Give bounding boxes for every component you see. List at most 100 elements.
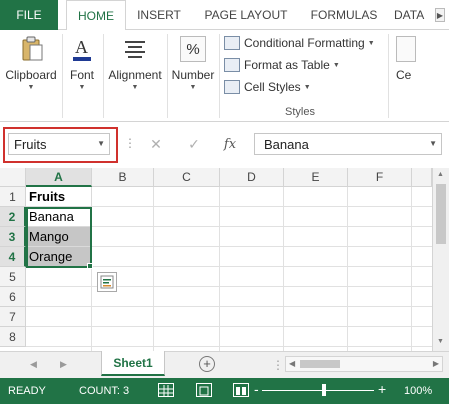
divider [103, 34, 104, 118]
percent-icon: % [180, 36, 206, 62]
zoom-level[interactable]: 100% [404, 385, 432, 397]
quick-analysis-button[interactable] [97, 272, 117, 292]
scroll-thumb[interactable] [436, 184, 446, 244]
normal-view-icon[interactable] [158, 383, 174, 397]
row-header-2[interactable]: 2 [0, 207, 26, 227]
chevron-down-icon: ▼ [131, 84, 139, 91]
conditional-formatting-button[interactable]: Conditional Formatting ▼ [224, 33, 375, 53]
page-layout-view-icon[interactable] [196, 383, 212, 397]
chevron-down-icon: ▼ [332, 61, 340, 69]
tab-formulas[interactable]: FORMULAS [302, 0, 386, 30]
quick-analysis-icon [100, 275, 114, 289]
column-header-f[interactable]: F [348, 168, 412, 187]
chevron-down-icon: ▼ [189, 84, 197, 91]
tab-insert[interactable]: INSERT [130, 0, 188, 30]
divider [388, 34, 389, 118]
font-icon: A [73, 37, 91, 61]
row-header-8[interactable]: 8 [0, 327, 26, 347]
scroll-thumb[interactable] [300, 360, 340, 368]
chevron-down-icon: ▼ [27, 84, 35, 91]
row-header-1[interactable]: 1 [0, 187, 26, 207]
cancel-icon[interactable]: ✕ [144, 133, 168, 155]
sheet-nav-prev-icon[interactable]: ◀ [30, 359, 37, 370]
row-header-3[interactable]: 3 [0, 227, 26, 247]
table-icon [224, 58, 240, 72]
fill-handle[interactable] [87, 263, 93, 269]
ribbon: Clipboard ▼ A Font ▼ Alignment ▼ % Numbe… [0, 30, 449, 122]
column-header-c[interactable]: C [154, 168, 220, 187]
sheet-nav-next-icon[interactable]: ▶ [60, 359, 67, 370]
row-header-7[interactable]: 7 [0, 307, 26, 327]
alignment-label: Alignment [108, 68, 162, 82]
zoom-slider-thumb[interactable] [322, 384, 326, 396]
cells-button[interactable]: Ce [392, 30, 422, 120]
name-box-value: Fruits [14, 136, 47, 152]
column-header-d[interactable]: D [220, 168, 284, 187]
status-ready: READY [8, 385, 46, 397]
selection-border [26, 207, 92, 268]
scroll-up-icon[interactable]: ▲ [437, 171, 444, 178]
page-break-icon [236, 387, 246, 395]
chevron-down-icon: ▼ [78, 84, 86, 91]
zoom-in-button[interactable]: + [378, 381, 386, 397]
cell-styles-button[interactable]: Cell Styles ▼ [224, 77, 311, 97]
scroll-left-icon[interactable]: ◀ [289, 359, 295, 368]
cell-a1[interactable]: Fruits [26, 187, 92, 207]
chevron-down-icon[interactable]: ▼ [429, 139, 437, 148]
zoom-slider-track[interactable] [262, 390, 374, 391]
horizontal-scrollbar[interactable]: ◀ ▶ [285, 356, 443, 372]
alignment-button[interactable]: Alignment ▼ [106, 30, 164, 120]
format-as-table-button[interactable]: Format as Table ▼ [224, 55, 340, 75]
column-header-b[interactable]: B [92, 168, 154, 187]
formula-input[interactable]: Banana ▼ [254, 133, 442, 155]
tab-splitter[interactable]: ⋮ [272, 358, 284, 372]
insert-function-button[interactable]: fx [218, 133, 242, 155]
alignment-icon [125, 41, 145, 58]
enter-icon[interactable]: ✓ [182, 133, 206, 155]
divider [62, 34, 63, 118]
chevron-down-icon: ▼ [367, 39, 375, 47]
column-header-g[interactable] [412, 168, 432, 187]
clipboard-button[interactable]: Clipboard ▼ [2, 30, 60, 120]
svg-text:A: A [75, 37, 88, 57]
name-box[interactable]: Fruits ▼ [8, 133, 110, 155]
fx-icon: fx [223, 136, 237, 152]
row-header-5[interactable]: 5 [0, 267, 26, 287]
row-header-6[interactable]: 6 [0, 287, 26, 307]
conditional-formatting-label: Conditional Formatting [244, 36, 365, 50]
vertical-scrollbar[interactable]: ▲ ▼ [432, 168, 449, 351]
font-label: Font [69, 68, 94, 82]
page-break-view-icon[interactable] [233, 383, 249, 397]
sheet-tab-sheet1[interactable]: Sheet1 [101, 351, 165, 376]
row-header-4[interactable]: 4 [0, 247, 26, 267]
font-button[interactable]: A Font ▼ [64, 30, 100, 120]
cells-icon [396, 36, 416, 62]
tab-file[interactable]: FILE [0, 0, 58, 30]
number-label: Number [171, 68, 215, 82]
cell-styles-label: Cell Styles [244, 80, 301, 94]
clipboard-label: Clipboard [5, 68, 57, 82]
scroll-right-icon[interactable]: ▶ [433, 359, 439, 368]
column-header-e[interactable]: E [284, 168, 348, 187]
zoom-out-button[interactable]: - [254, 381, 259, 397]
chevron-down-icon: ▼ [303, 83, 311, 91]
column-header-a[interactable]: A [26, 168, 92, 187]
scroll-down-icon[interactable]: ▼ [437, 338, 444, 345]
chevron-down-icon[interactable]: ▼ [97, 139, 105, 148]
page-icon [199, 386, 209, 396]
cell-styles-icon [224, 80, 240, 94]
ribbon-tab-bar: FILE HOME INSERT PAGE LAYOUT FORMULAS DA… [0, 0, 449, 31]
divider [219, 34, 220, 118]
tab-home[interactable]: HOME [66, 0, 126, 31]
cells-label: Ce [396, 68, 412, 82]
ribbon-scroll-right-icon[interactable]: ▶ [435, 8, 445, 22]
add-sheet-icon[interactable]: + [199, 356, 215, 372]
status-count: COUNT: 3 [79, 385, 130, 397]
number-button[interactable]: % Number ▼ [168, 30, 218, 120]
select-all-corner[interactable] [0, 168, 26, 187]
format-as-table-label: Format as Table [244, 58, 330, 72]
clipboard-icon [22, 36, 43, 61]
formula-bar-splitter[interactable]: ⋮ [124, 136, 136, 150]
formula-input-value: Banana [264, 136, 309, 152]
tab-page-layout[interactable]: PAGE LAYOUT [196, 0, 296, 30]
